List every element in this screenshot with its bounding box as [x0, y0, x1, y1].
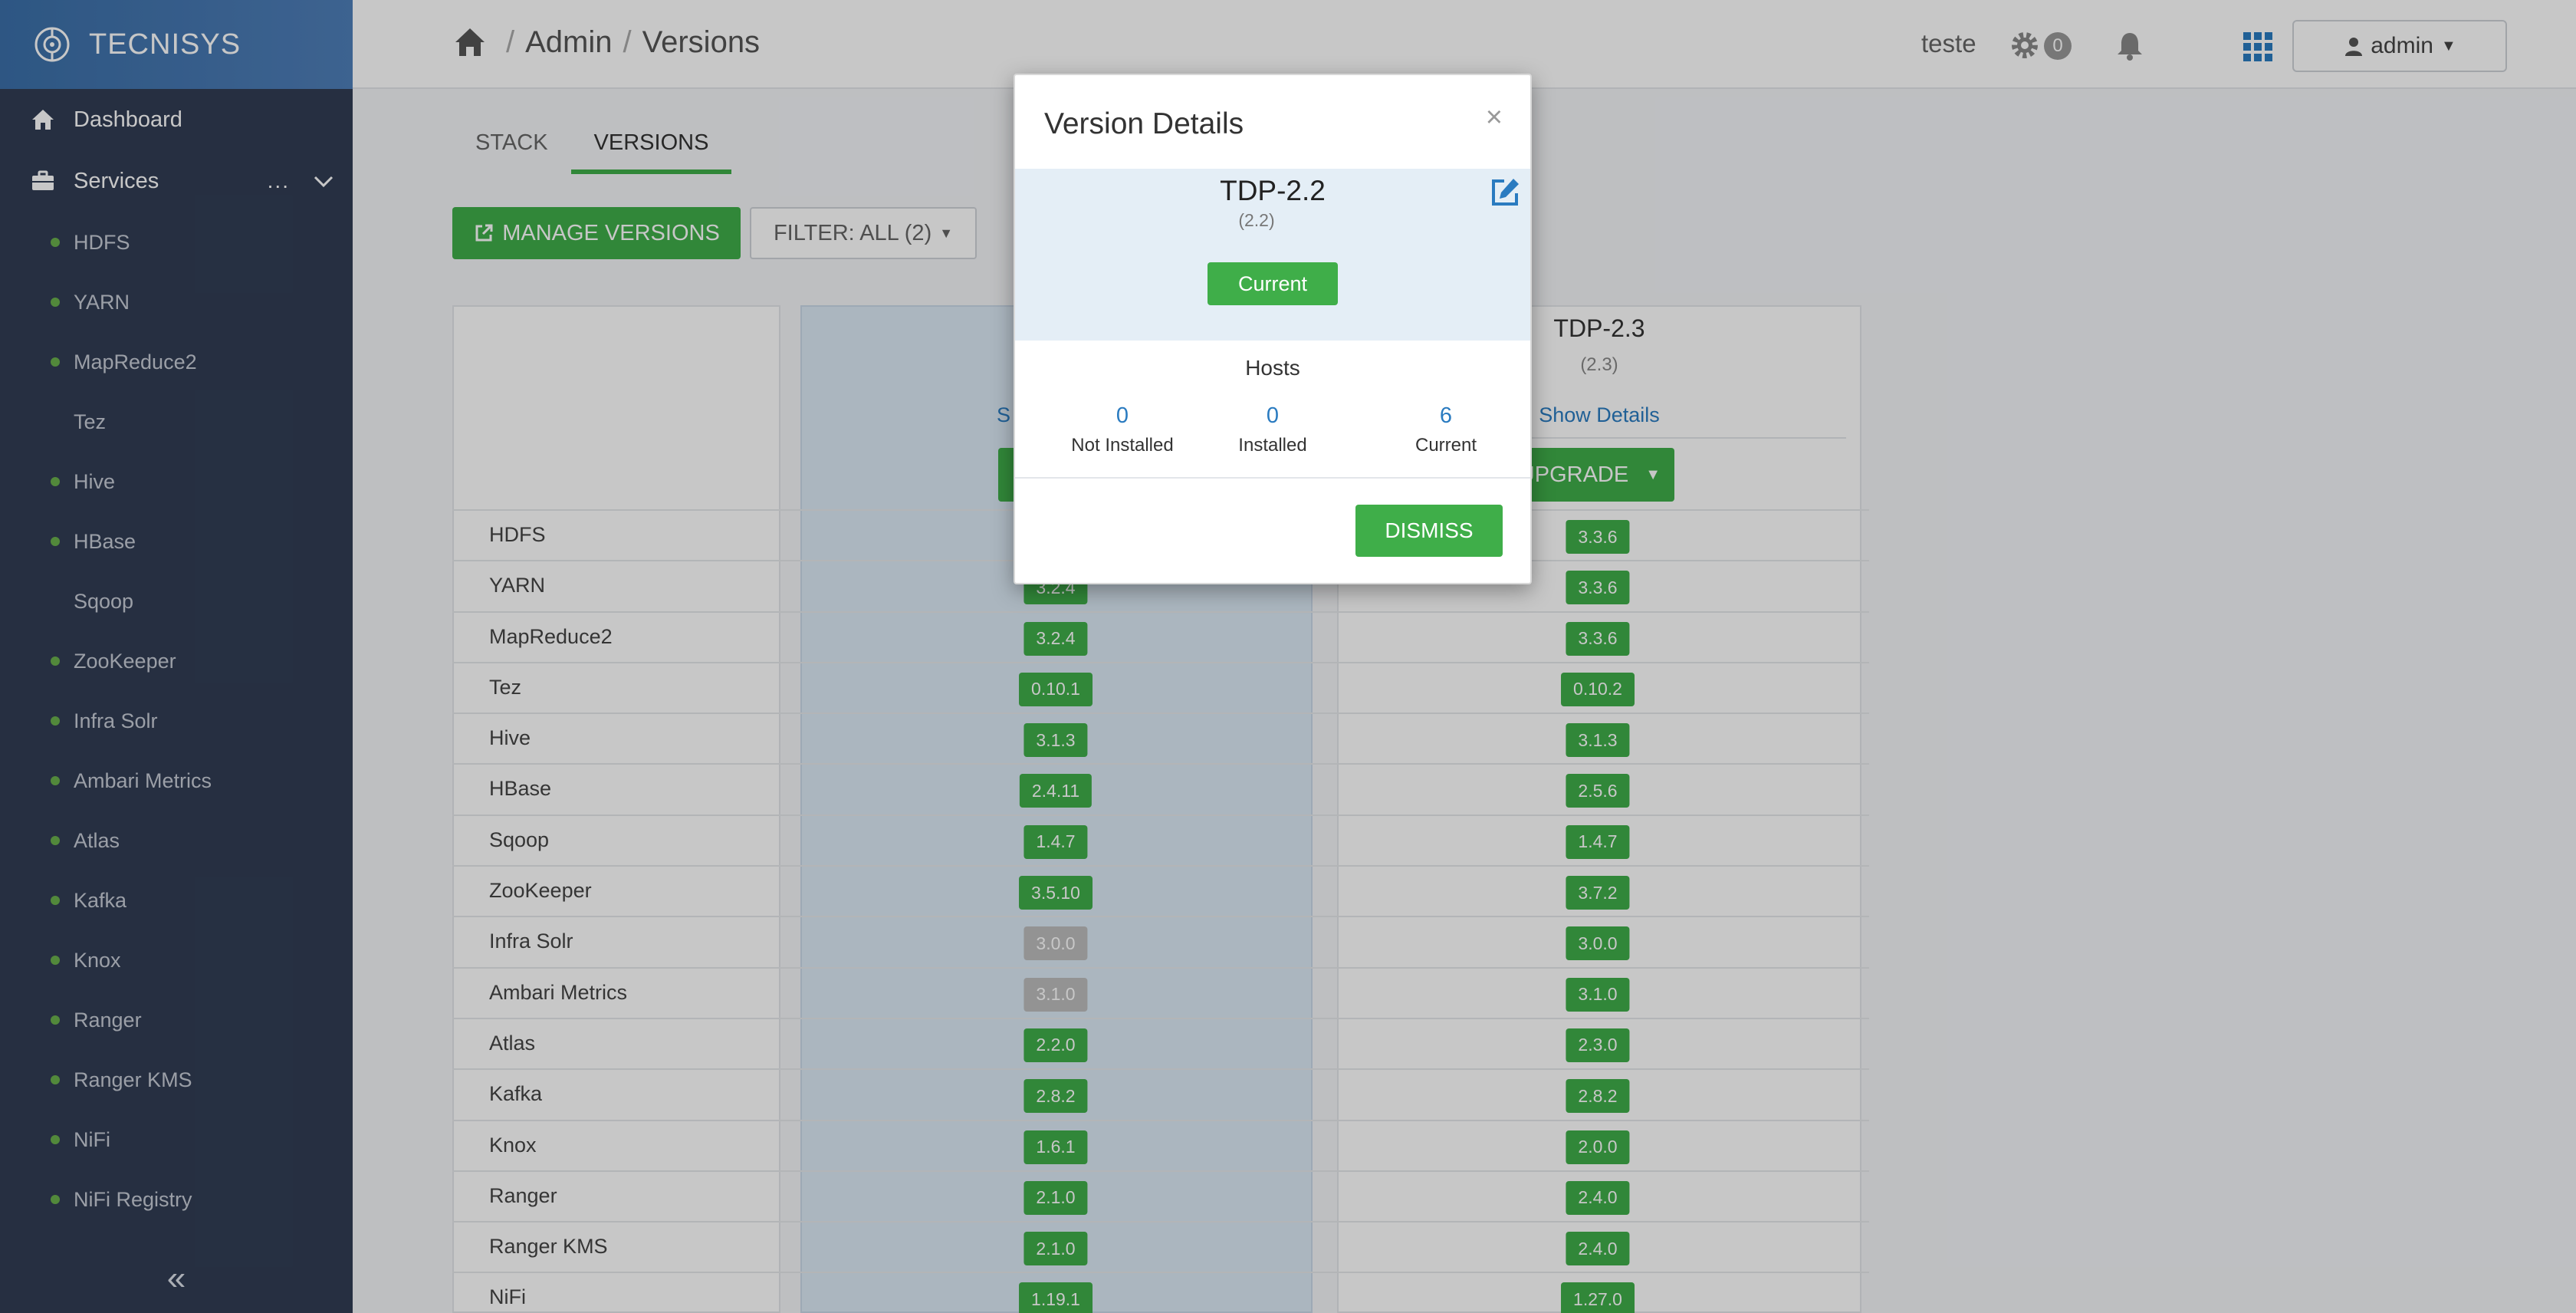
edit-icon[interactable]	[1487, 175, 1523, 210]
version-name: TDP-2.2	[1220, 175, 1326, 206]
host-count[interactable]: 0	[1196, 403, 1349, 429]
hosts-title: Hosts	[1245, 356, 1300, 380]
dismiss-button[interactable]: DISMISS	[1355, 505, 1503, 557]
hosts-current[interactable]: 6 Current	[1369, 403, 1523, 456]
hosts-not-installed[interactable]: 0 Not Installed	[1046, 403, 1199, 456]
hosts-installed[interactable]: 0 Installed	[1196, 403, 1349, 456]
modal-title: Version Details	[1044, 107, 1244, 140]
host-count[interactable]: 0	[1046, 403, 1199, 429]
host-label: Not Installed	[1071, 435, 1174, 456]
version-subtitle: (2.2)	[1238, 210, 1275, 230]
host-label: Current	[1414, 435, 1477, 456]
current-status-button[interactable]: Current	[1208, 262, 1338, 305]
host-label: Installed	[1238, 435, 1307, 456]
version-details-modal: Version Details × TDP-2.2 (2.2) Current …	[1014, 74, 1532, 584]
close-icon[interactable]: ×	[1486, 101, 1503, 134]
host-count[interactable]: 6	[1369, 403, 1523, 429]
